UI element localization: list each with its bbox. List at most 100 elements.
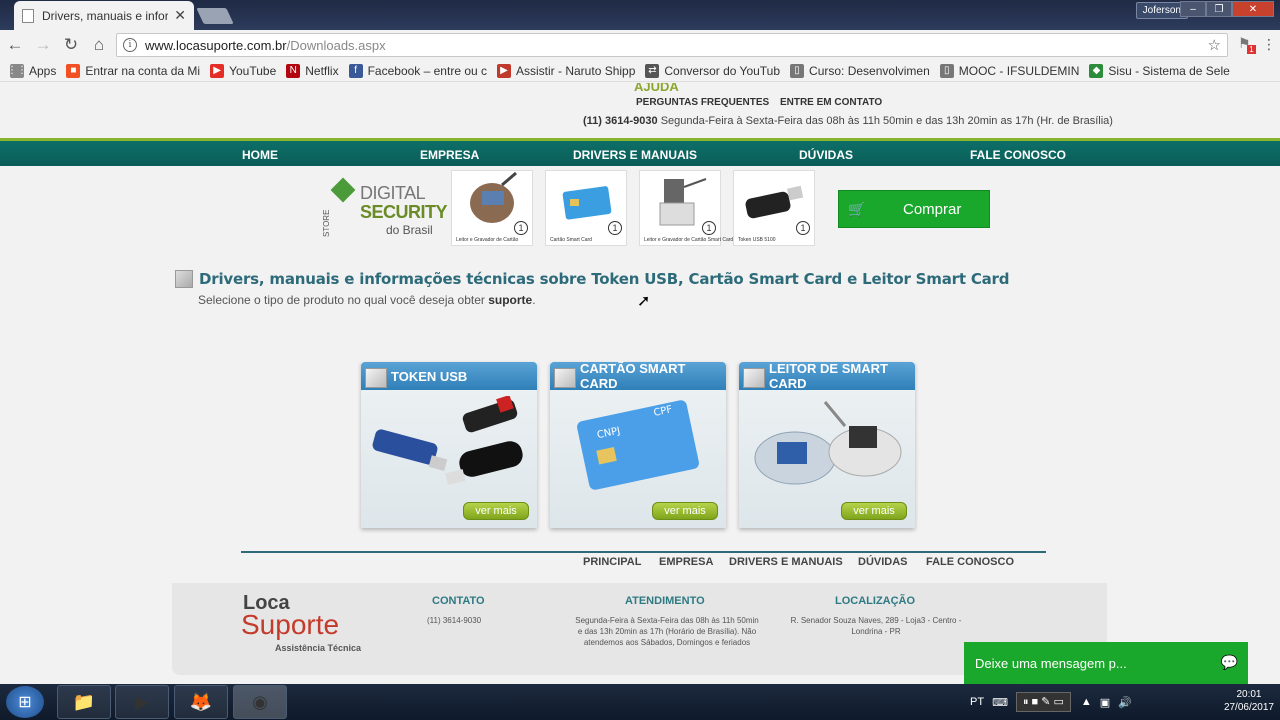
logo-line-3: do Brasil [386, 223, 433, 237]
product-caption: Token USB 5100 [738, 237, 776, 243]
netflix-icon: N [286, 63, 301, 78]
language-indicator[interactable]: PT [970, 696, 984, 708]
chrome-icon[interactable]: ◉ [233, 685, 287, 719]
window-controls: – ❐ ✕ [1180, 1, 1274, 17]
bookmark-item[interactable]: ▶ YouTube [210, 62, 276, 80]
footer-nav-drivers[interactable]: DRIVERS E MANUAIS [729, 556, 843, 568]
home-button[interactable]: ⌂ [86, 32, 112, 58]
extension-icon[interactable]: ⚑ 1 [1238, 35, 1256, 55]
show-hidden-icons[interactable]: ▲ [1081, 696, 1092, 708]
clock-date: 27/06/2017 [1223, 702, 1274, 713]
store-product-reader[interactable]: 1 Leitor e Gravador de Cartão [451, 170, 533, 246]
forward-button[interactable]: → [30, 32, 56, 58]
card-header[interactable]: LEITOR DE SMART CARD [739, 361, 915, 391]
facebook-icon: f [348, 63, 363, 78]
nav-empresa[interactable]: EMPRESA [420, 148, 479, 162]
bookmark-item[interactable]: ◆ Sisu - Sistema de Sele [1089, 62, 1230, 80]
page-favicon-icon [22, 8, 34, 23]
minimize-button[interactable]: – [1180, 1, 1206, 17]
address-bar[interactable]: i www.locasuporte.com.br/Downloads.aspx … [116, 33, 1228, 57]
header-phone: (11) 3614-9030 Segunda-Feira à Sexta-Fei… [583, 115, 1113, 127]
back-button[interactable]: ← [2, 32, 28, 58]
card-leitor-smart-card[interactable]: LEITOR DE SMART CARD ver mais [739, 361, 915, 528]
clock-time: 20:01 [1236, 689, 1262, 700]
maximize-button[interactable]: ❐ [1206, 1, 1232, 17]
box-icon [743, 368, 765, 388]
faq-link[interactable]: PERGUNTAS FREQUENTES [636, 97, 769, 108]
apps-icon: ⋮⋮ [7, 63, 27, 78]
main-nav: HOME EMPRESA DRIVERS E MANUAIS DÚVIDAS F… [0, 138, 1280, 166]
bookmark-item[interactable]: f Facebook – entre ou c [348, 62, 487, 80]
ver-mais-button[interactable]: ver mais [841, 502, 907, 520]
footer-nav-principal[interactable]: PRINCIPAL [583, 556, 641, 568]
network-icon[interactable]: ▣ [1100, 696, 1110, 709]
top-links: PERGUNTAS FREQUENTES ENTRE EM CONTATO [636, 97, 890, 108]
footer-logo-tagline: Assistência Técnica [275, 643, 362, 653]
card-header[interactable]: CARTÃO SMART CARD [550, 361, 726, 391]
browser-tab[interactable]: Drivers, manuais e informa ✕ [14, 1, 194, 30]
chat-label: Deixe uma mensagem p... [975, 655, 1127, 671]
box-icon [365, 368, 387, 388]
store-product-reader-writer[interactable]: 1 Leitor e Gravador de Cartão Smart Card [639, 170, 733, 246]
bookmark-item[interactable]: N Netflix [286, 62, 339, 80]
card-smart-card[interactable]: CARTÃO SMART CARD CNPJ CPF ver mais [550, 361, 726, 528]
store-product-card[interactable]: 1 Cartão Smart Card [545, 170, 627, 246]
media-player-icon[interactable]: ▶ [115, 685, 169, 719]
firefox-icon[interactable]: 🦊 [174, 685, 228, 719]
browser-toolbar: ← → ↻ ⌂ i www.locasuporte.com.br/Downloa… [0, 30, 1280, 60]
new-tab-button[interactable] [196, 8, 234, 24]
chat-widget[interactable]: Deixe uma mensagem p... 💬 [964, 642, 1248, 684]
nav-home[interactable]: HOME [242, 148, 278, 162]
reload-button[interactable]: ↻ [58, 32, 84, 58]
recording-toolbar[interactable]: ⏸ ■ ✎ ▭ [1015, 692, 1071, 712]
bookmark-item[interactable]: ⋮⋮ Apps [7, 62, 56, 80]
info-icon[interactable]: i [123, 38, 137, 52]
buy-button[interactable]: 🛒 Comprar [838, 190, 990, 228]
product-number: 1 [514, 221, 528, 235]
card-header[interactable]: TOKEN USB [361, 362, 537, 390]
close-window-button[interactable]: ✕ [1232, 1, 1274, 17]
web-page: AJUDA PERGUNTAS FREQUENTES ENTRE EM CONT… [0, 83, 1280, 684]
contact-link[interactable]: ENTRE EM CONTATO [780, 97, 882, 108]
footer-logo-suporte: Suporte [241, 609, 340, 640]
system-tray: PT ⌨ ⏸ ■ ✎ ▭ ▲ ▣ 🔊 [970, 684, 1132, 720]
phone-number: (11) 3614-9030 [583, 115, 658, 127]
nav-drivers-manuais[interactable]: DRIVERS E MANUAIS [573, 148, 697, 162]
footer-location-text: R. Senador Souza Naves, 289 - Loja3 - Ce… [790, 616, 962, 636]
footer-nav-empresa[interactable]: EMPRESA [659, 556, 713, 568]
bookmark-item[interactable]: ▶ Assistir - Naruto Shipp [497, 62, 635, 80]
bookmark-item[interactable]: ⇄ Conversor do YouTub [645, 62, 780, 80]
bookmark-star-icon[interactable]: ☆ [1208, 36, 1221, 54]
keyboard-icon[interactable]: ⌨ [992, 696, 1008, 709]
bookmark-item[interactable]: ▯ Curso: Desenvolvimen [790, 62, 930, 80]
nav-fale-conosco[interactable]: FALE CONOSCO [970, 148, 1066, 162]
explorer-icon[interactable]: 📁 [57, 685, 111, 719]
volume-icon[interactable]: 🔊 [1118, 696, 1132, 709]
system-clock[interactable]: 20:01 27/06/2017 [1224, 688, 1274, 714]
menu-icon[interactable]: ⋮ [1262, 36, 1276, 53]
footer-hours-text: Segunda-Feira à Sexta-Feira das 08h às 1… [575, 616, 759, 647]
bookmark-label: Conversor do YouTub [664, 63, 781, 78]
store-product-token[interactable]: 1 Token USB 5100 [733, 170, 815, 246]
bookmark-label: Entrar na conta da Mi [85, 63, 201, 78]
start-button[interactable]: ⊞ [6, 686, 44, 718]
nav-duvidas[interactable]: DÚVIDAS [799, 148, 853, 162]
tab-close-icon[interactable]: ✕ [174, 7, 186, 24]
ver-mais-button[interactable]: ver mais [652, 502, 718, 520]
footer-nav-fale-conosco[interactable]: FALE CONOSCO [926, 556, 1014, 568]
subtitle-bold: suporte [488, 293, 533, 307]
footer-location-title: LOCALIZAÇÃO [835, 595, 916, 607]
digital-security-logo[interactable]: STORE DIGITAL SECURITY do Brasil [322, 175, 448, 243]
footer-contact-text: (11) 3614-9030 [427, 616, 482, 625]
ver-mais-button[interactable]: ver mais [463, 502, 529, 520]
card-token-usb[interactable]: TOKEN USB ver mais [361, 362, 537, 528]
bookmark-item[interactable]: ■ Entrar na conta da Mi [66, 62, 200, 80]
convert-icon: ⇄ [645, 63, 660, 78]
bookmark-item[interactable]: ▯ MOOC - IFSULDEMIN [939, 62, 1079, 80]
microsoft-icon: ■ [66, 63, 81, 78]
page-icon: ▯ [939, 63, 954, 78]
footer-contact-title: CONTATO [432, 595, 485, 607]
subtitle-text: Selecione o tipo de produto no qual você… [198, 293, 485, 307]
footer-nav-duvidas[interactable]: DÚVIDAS [858, 556, 908, 568]
window-titlebar: Drivers, manuais e informa ✕ Joferson – … [0, 0, 1280, 30]
